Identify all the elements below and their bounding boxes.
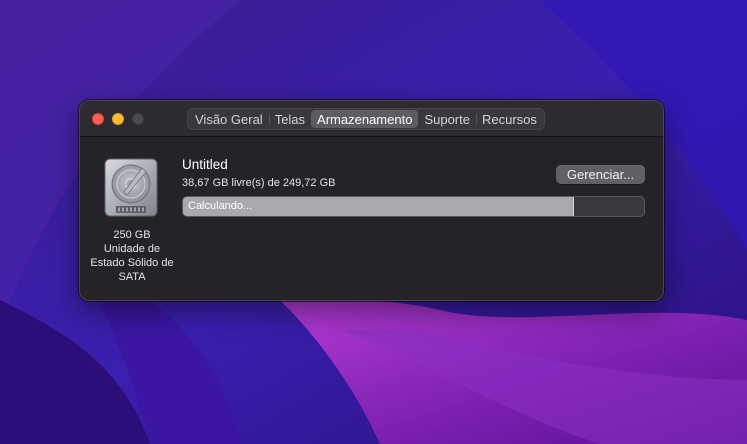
minimize-button[interactable] <box>112 113 124 125</box>
desktop: Visão Geral Telas Armazenamento Suporte … <box>0 0 747 444</box>
volume-name: Untitled <box>182 157 228 172</box>
drive-caption-line: Estado Sólido de <box>90 257 174 269</box>
storage-bar: Calculando... <box>182 196 645 217</box>
manage-button[interactable]: Gerenciar... <box>556 165 645 184</box>
tab-overview[interactable]: Visão Geral <box>189 110 269 128</box>
close-button[interactable] <box>92 113 104 125</box>
drive-caption: 250 GB Unidade de Estado Sólido de SATA <box>82 228 182 284</box>
tab-displays[interactable]: Telas <box>268 110 311 128</box>
drive-caption-line: SATA <box>118 271 146 283</box>
titlebar[interactable]: Visão Geral Telas Armazenamento Suporte … <box>80 101 663 137</box>
tab-resources[interactable]: Recursos <box>475 110 543 128</box>
tab-bar: Visão Geral Telas Armazenamento Suporte … <box>187 108 545 130</box>
drive-caption-line: 250 GB <box>113 229 151 241</box>
drive-caption-line: Unidade de <box>103 243 161 255</box>
volume-free-space: 38,67 GB livre(s) de 249,72 GB <box>182 177 336 189</box>
storage-bar-label: Calculando... <box>188 200 253 212</box>
hard-drive-icon <box>104 158 158 217</box>
tab-support[interactable]: Suporte <box>418 110 476 128</box>
about-this-mac-window: Visão Geral Telas Armazenamento Suporte … <box>79 100 664 301</box>
tab-storage[interactable]: Armazenamento <box>311 110 419 128</box>
zoom-button[interactable] <box>132 113 144 125</box>
